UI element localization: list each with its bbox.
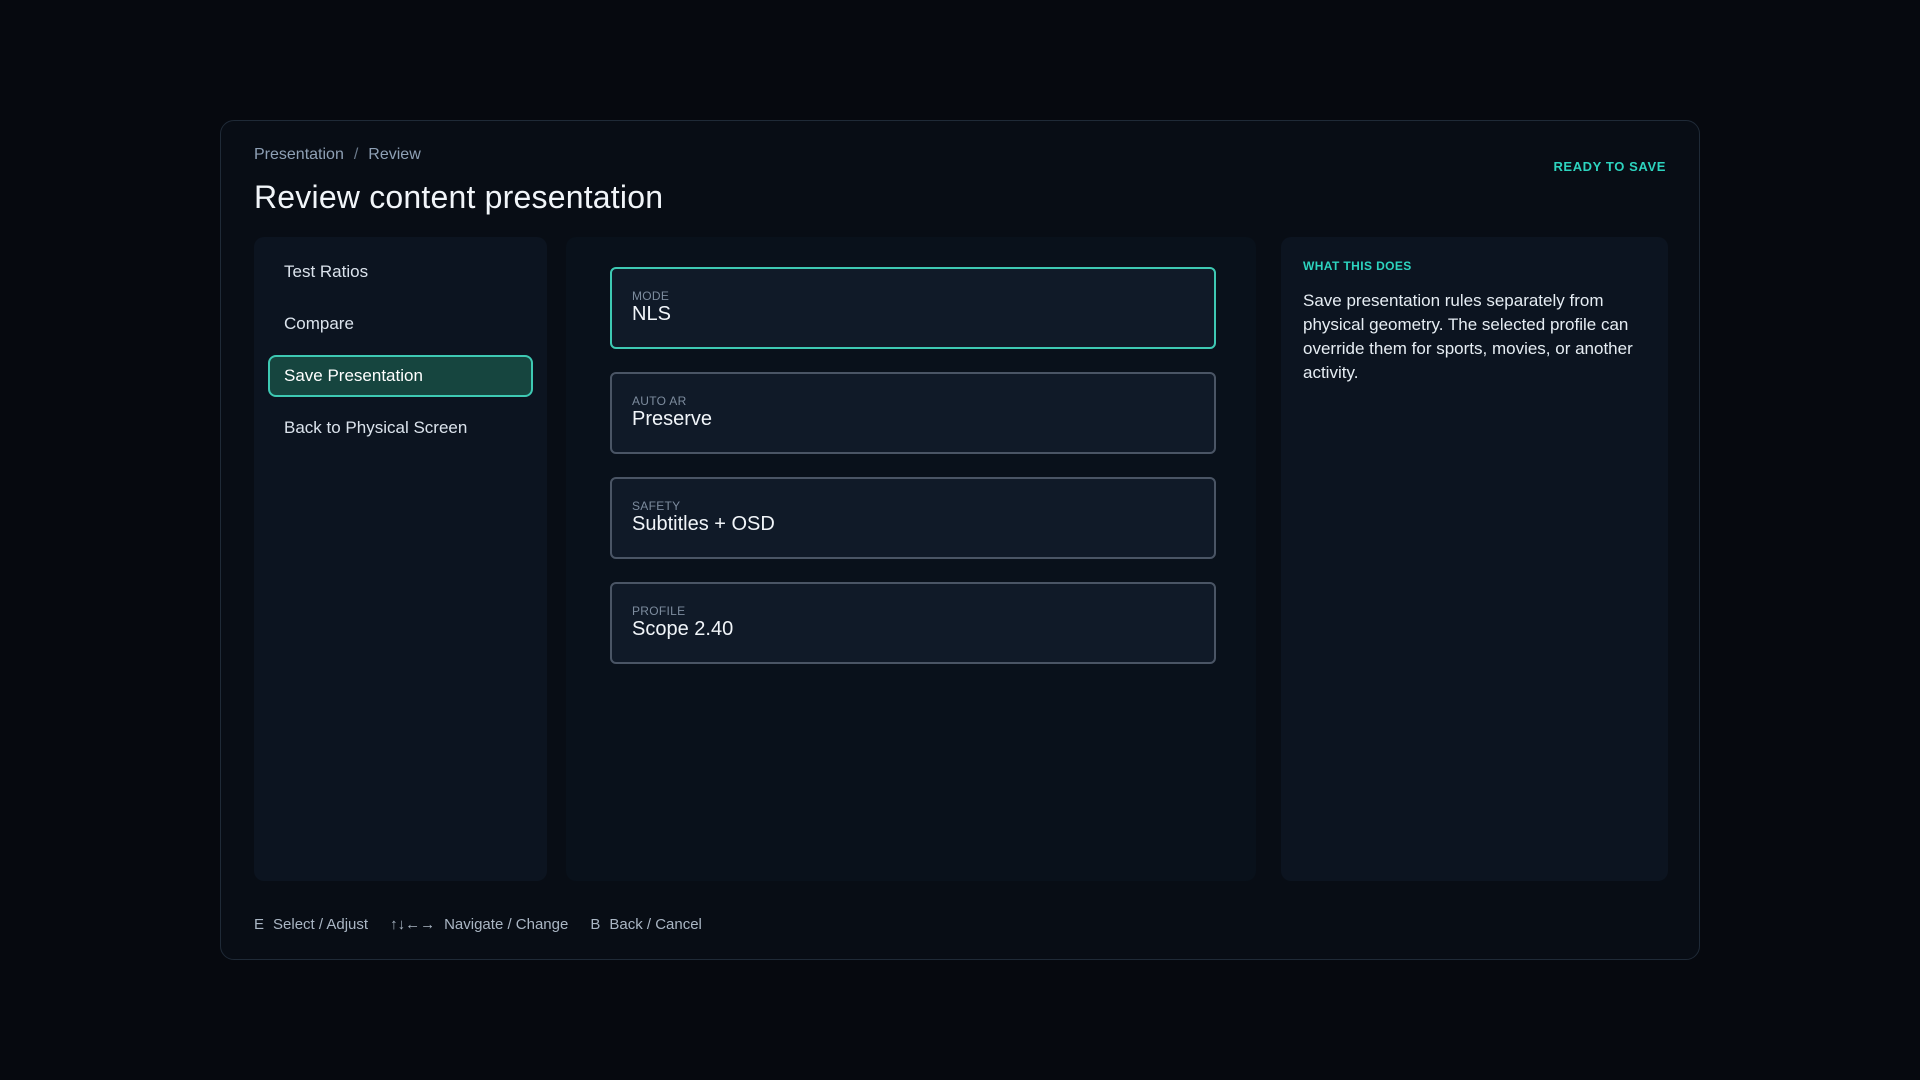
info-description: Save presentation rules separately from … [1303,291,1633,382]
breadcrumb-item-review: Review [368,146,421,163]
safety-selector[interactable]: SAFETY Subtitles + OSD [610,477,1216,559]
breadcrumb: Presentation / Review [254,146,421,164]
profile-label: PROFILE [632,604,686,618]
hint-navigate: ↑↓←→ Navigate / Change [390,916,568,933]
safety-value: Subtitles + OSD [632,513,775,535]
sidebar-item-save-presentation[interactable]: Save Presentation [268,355,533,397]
sidebar-item-label: Test Ratios [284,262,369,281]
e-key-icon: E [254,916,265,933]
sidebar-item-label: Save Presentation [284,366,423,385]
profile-value: Scope 2.40 [632,618,734,640]
mode-label: MODE [632,289,670,303]
breadcrumb-item-presentation[interactable]: Presentation [254,146,344,164]
arrow-keys-icon: ↑↓←→ [390,916,436,933]
auto-ar-selector[interactable]: AUTO AR Preserve [610,372,1216,454]
breadcrumb-separator: / [353,146,359,163]
hint-back: B Back / Cancel [590,916,702,933]
b-key-icon: B [590,916,601,933]
settings-panel: MODE NLS AUTO AR Preserve SAFETY Subtitl… [566,237,1256,881]
hint-label: Navigate / Change [444,916,569,933]
sidebar-item-label: Back to Physical Screen [284,418,468,437]
sidebar: Test Ratios Compare Save Presentation Ba… [254,237,547,881]
auto-ar-label: AUTO AR [632,394,687,408]
profile-selector[interactable]: PROFILE Scope 2.40 [610,582,1216,664]
safety-label: SAFETY [632,499,681,513]
status-badge: READY TO SAVE [1553,159,1666,174]
hint-select: E Select / Adjust [254,916,368,933]
sidebar-item-back-to-physical-screen[interactable]: Back to Physical Screen [268,407,533,449]
hint-label: Select / Adjust [273,916,369,933]
auto-ar-value: Preserve [632,408,713,430]
info-heading: WHAT THIS DOES [1303,259,1412,273]
presentation-review-window: Presentation / Review Review content pre… [220,120,1700,960]
sidebar-item-compare[interactable]: Compare [268,303,533,345]
mode-value: NLS [632,303,671,325]
hint-label: Back / Cancel [609,916,702,933]
mode-selector[interactable]: MODE NLS [610,267,1216,349]
controller-hints: E Select / Adjust ↑↓←→ Navigate / Change… [254,916,702,933]
sidebar-item-test-ratios[interactable]: Test Ratios [268,251,533,293]
page-title: Review content presentation [254,179,664,215]
sidebar-item-label: Compare [284,314,354,333]
info-panel: WHAT THIS DOES Save presentation rules s… [1281,237,1668,881]
